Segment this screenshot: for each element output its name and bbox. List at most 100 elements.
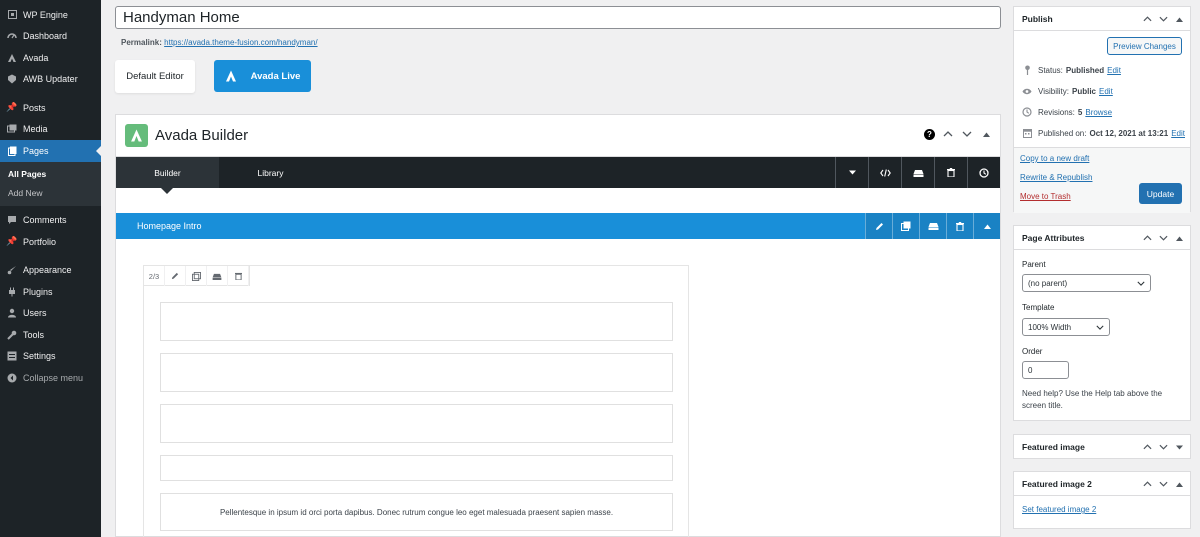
page-attributes-header[interactable]: Page Attributes (1014, 226, 1190, 250)
sidebar-item-media[interactable]: Media (0, 119, 101, 141)
chevron-up-icon[interactable] (1141, 232, 1153, 244)
chevron-down-icon (1137, 279, 1145, 288)
chevron-down-icon[interactable] (1157, 232, 1169, 244)
chevron-down-icon[interactable] (1157, 478, 1169, 490)
publish-panel: Publish Preview Changes Status: Published… (1013, 6, 1191, 213)
update-button[interactable]: Update (1139, 183, 1182, 204)
rewrite-republish-link[interactable]: Rewrite & Republish (1020, 173, 1092, 182)
column-tools: 2/3 (144, 266, 250, 286)
default-editor-button[interactable]: Default Editor (115, 60, 195, 93)
published-on-value: Oct 12, 2021 at 13:21 (1089, 128, 1169, 138)
featured-image-header[interactable]: Featured image (1014, 435, 1190, 459)
copy-to-draft-link[interactable]: Copy to a new draft (1020, 154, 1089, 163)
element-box[interactable] (160, 302, 673, 341)
element-box[interactable] (160, 353, 673, 392)
sidebar-item-avada[interactable]: Avada (0, 47, 101, 69)
collapse-toggle-icon[interactable] (1173, 232, 1185, 244)
published-on-row: Published on: Oct 12, 2021 at 13:21 Edit (1022, 127, 1185, 139)
section-title[interactable]: Homepage Intro (137, 213, 202, 239)
featured-image-2-header[interactable]: Featured image 2 (1014, 472, 1190, 496)
sidebar-item-comments[interactable]: Comments (0, 210, 101, 232)
column-container: 2/3 Pellentesque in ipsum id orci porta … (143, 265, 689, 537)
pages-submenu: All Pages Add New (0, 161, 101, 206)
permalink-link[interactable]: https://avada.theme-fusion.com/handyman/ (164, 38, 317, 47)
column-edit-icon[interactable] (165, 266, 186, 286)
sidebar-item-portfolio[interactable]: 📌 Portfolio (0, 231, 101, 253)
chevron-up-icon[interactable] (1141, 13, 1153, 25)
builder-toolbar: Builder Library (116, 157, 1000, 194)
collapse-toggle-icon[interactable] (980, 128, 992, 140)
move-to-trash-link[interactable]: Move to Trash (1020, 192, 1071, 201)
save-element-icon[interactable] (919, 213, 946, 239)
code-icon[interactable] (868, 157, 901, 188)
history-icon[interactable] (967, 157, 1000, 188)
column-save-icon[interactable] (207, 266, 228, 286)
order-input[interactable]: 0 (1022, 361, 1069, 379)
save-template-icon[interactable] (901, 157, 934, 188)
sidebar-item-label: Pages (23, 145, 49, 156)
collapse-toggle-icon[interactable] (1173, 13, 1185, 25)
published-on-edit-link[interactable]: Edit (1171, 129, 1185, 138)
delete-section-icon[interactable] (946, 213, 973, 239)
column-clone-icon[interactable] (186, 266, 207, 286)
avada-live-button[interactable]: Avada Live (214, 60, 311, 92)
sidebar-item-label: Appearance (23, 265, 72, 276)
visibility-edit-link[interactable]: Edit (1099, 87, 1113, 96)
parent-select[interactable]: (no parent) (1022, 274, 1151, 292)
publish-panel-header[interactable]: Publish (1014, 7, 1190, 31)
chevron-down-icon[interactable] (1157, 441, 1169, 453)
text-block-element[interactable]: Pellentesque in ipsum id orci porta dapi… (160, 493, 673, 531)
visibility-value: Public (1071, 86, 1096, 96)
element-box[interactable] (160, 404, 673, 443)
edit-pencil-icon[interactable] (865, 213, 892, 239)
sidebar-item-tools[interactable]: Tools (0, 324, 101, 346)
status-edit-link[interactable]: Edit (1107, 66, 1121, 75)
eye-icon (1022, 86, 1032, 96)
panel-controls (1141, 232, 1185, 244)
tab-builder[interactable]: Builder (116, 157, 219, 194)
submenu-all-pages[interactable]: All Pages (0, 165, 101, 184)
container-section-bar[interactable]: Homepage Intro (116, 213, 1000, 239)
sidebar-item-awb-updater[interactable]: AWB Updater (0, 69, 101, 91)
sidebar-item-appearance[interactable]: Appearance (0, 260, 101, 282)
clone-icon[interactable] (892, 213, 919, 239)
chevron-up-icon[interactable] (942, 128, 954, 140)
column-size-button[interactable]: 2/3 (144, 266, 165, 286)
plugin-icon (7, 287, 17, 297)
sidebar-item-label: Media (23, 124, 48, 135)
expand-toggle-icon[interactable] (1173, 441, 1185, 453)
template-select-value: 100% Width (1028, 322, 1072, 332)
preview-changes-button[interactable]: Preview Changes (1107, 37, 1182, 55)
comment-icon (7, 215, 17, 225)
help-icon[interactable]: ? (924, 128, 935, 140)
dropdown-caret-icon[interactable] (835, 157, 868, 188)
submenu-add-new[interactable]: Add New (0, 184, 101, 203)
revisions-label: Revisions: (1038, 107, 1075, 117)
column-delete-icon[interactable] (228, 266, 249, 286)
tab-library[interactable]: Library (219, 157, 322, 188)
sidebar-item-plugins[interactable]: Plugins (0, 281, 101, 303)
template-select[interactable]: 100% Width (1022, 318, 1110, 336)
chevron-up-icon[interactable] (1141, 478, 1153, 490)
status-value: Published (1065, 65, 1105, 75)
sidebar-item-dashboard[interactable]: Dashboard (0, 26, 101, 48)
post-title-input[interactable]: Handyman Home (115, 6, 1001, 29)
collapse-toggle-icon[interactable] (1173, 478, 1185, 490)
sidebar-item-wp-engine[interactable]: WP Engine (0, 4, 101, 26)
section-collapse-icon[interactable] (973, 213, 1000, 239)
sidebar-item-posts[interactable]: 📌 Posts (0, 97, 101, 119)
pin-icon (1022, 65, 1032, 75)
sidebar-item-settings[interactable]: Settings (0, 346, 101, 368)
sidebar-collapse-menu[interactable]: Collapse menu (0, 367, 101, 389)
chevron-up-icon[interactable] (1141, 441, 1153, 453)
chevron-down-icon[interactable] (961, 128, 973, 140)
sidebar-item-pages[interactable]: Pages (0, 140, 102, 162)
set-featured-image-2-link[interactable]: Set featured image 2 (1022, 505, 1096, 514)
trash-icon[interactable] (934, 157, 967, 188)
text-block-content: Pellentesque in ipsum id orci porta dapi… (219, 507, 614, 517)
builder-header-controls: ? (924, 128, 992, 140)
element-box[interactable] (160, 455, 673, 481)
browse-revisions-link[interactable]: Browse (1085, 108, 1112, 117)
chevron-down-icon[interactable] (1157, 13, 1169, 25)
sidebar-item-users[interactable]: Users (0, 303, 101, 325)
